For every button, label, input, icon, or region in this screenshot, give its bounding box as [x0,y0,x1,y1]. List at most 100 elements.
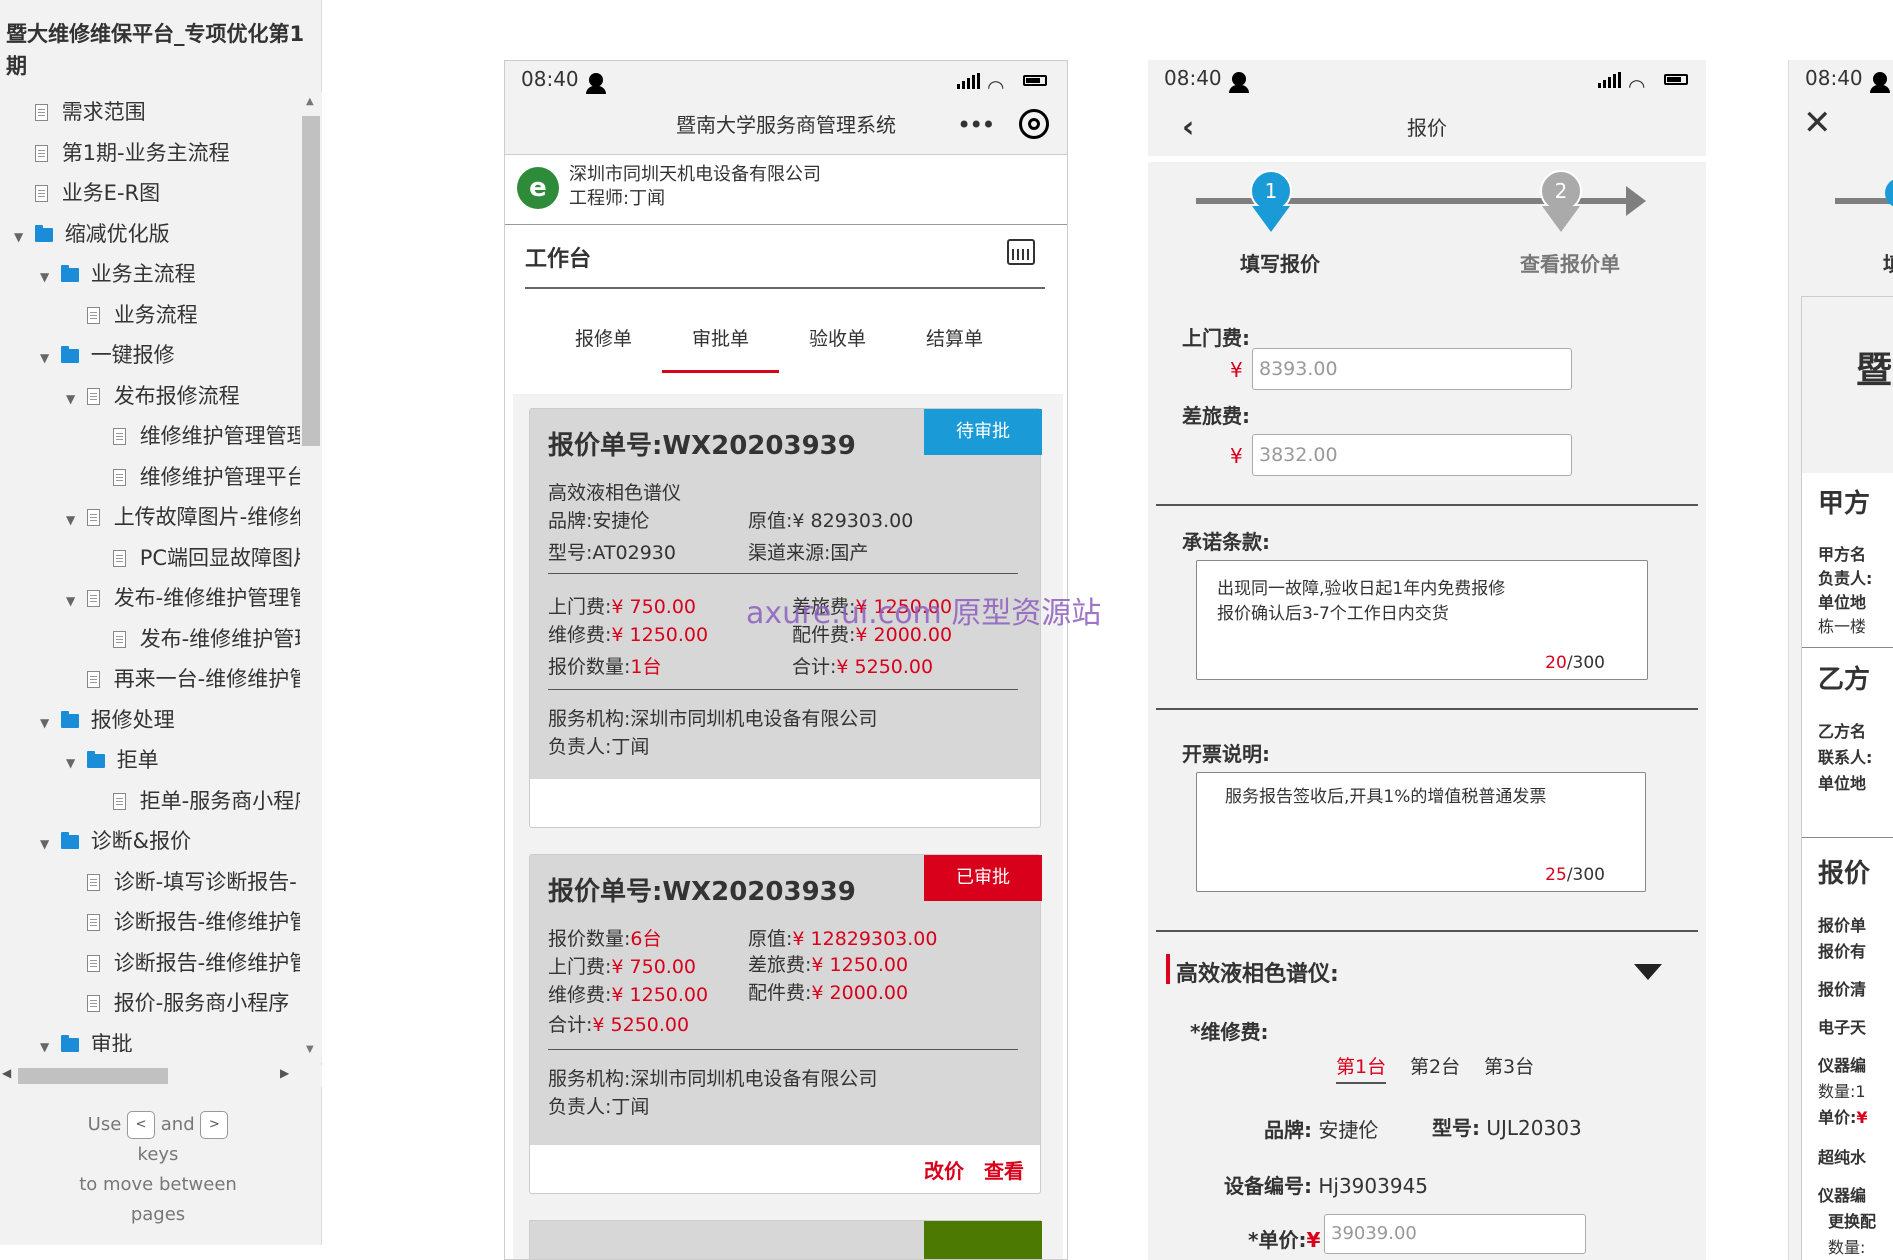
page-icon [86,509,100,526]
signal-icon [1598,72,1621,88]
tree-item[interactable]: PC端回显故障图片 [0,538,300,578]
tree-item[interactable]: ▼ 上传故障图片-维修维 [0,497,300,537]
promise-label: 承诺条款: [1182,530,1270,554]
tab-2[interactable]: 验收单 [779,317,896,373]
quote-card[interactable]: 报价单号:WX20203939 已审批 报价数量:6台 原值:¥ 1282930… [529,854,1042,1194]
scrollbar-thumb[interactable] [302,116,320,446]
yen-icon: ¥ [1306,1228,1321,1252]
party-b-contact: 联系人: [1818,748,1873,767]
expand-caret-icon[interactable]: ▼ [40,338,54,375]
travel-fee: 差旅费:¥ 1250.00 [748,951,908,979]
page-icon [86,995,100,1012]
tree-item[interactable]: 发布-维修维护管理 [0,619,300,659]
more-icon[interactable]: ••• [957,95,995,155]
tree-item[interactable]: ▼ 拒单 [0,740,300,780]
invoice-textarea[interactable]: 服务报告签收后,开具1%的增值税普通发票 25/300 [1196,772,1646,892]
quote-quantity: 报价数量:1台 [548,653,662,681]
scroll-right-arrow-icon[interactable]: ▶ [280,1066,289,1080]
step-label-1: 填写报价 [1240,252,1320,276]
unit-tab-2[interactable]: 第3台 [1484,1052,1534,1082]
tab-bar: 报修单 审批单 验收单 结算单 [545,317,1025,373]
status-time: 08:40 [1164,66,1222,90]
close-icon[interactable]: ✕ [1803,106,1832,140]
quote-validity: 报价有 [1818,942,1867,961]
tree-item[interactable]: 拒单-服务商小程序 [0,781,300,821]
expand-caret-icon[interactable]: ▼ [14,217,28,254]
tree-item[interactable]: ▼ 发布-维修维护管理管 [0,578,300,618]
tree-item[interactable]: ▼ 一键报修 [0,335,300,375]
tree-item[interactable]: ▼ 发布报修流程 [0,376,300,416]
tree-item[interactable]: ▼ 业务主流程 [0,254,300,294]
label: 维修费: [548,984,612,1006]
tree-item[interactable]: 维修维护管理管理 [0,416,300,456]
tree-item-label: 报价-服务商小程序 [113,991,290,1015]
expand-caret-icon[interactable]: ▼ [66,379,80,416]
engineer-name: 工程师:丁闻 [569,188,666,209]
expand-caret-icon[interactable]: ▼ [40,703,54,740]
tree-item[interactable]: 诊断报告-维修维护管 [0,943,300,983]
expand-caret-icon[interactable]: ▼ [40,1027,54,1053]
unit-price-input[interactable]: 39039.00 [1324,1214,1586,1254]
card-list: 报价单号:WX20203939 待审批 高效液相色谱仪 品牌:安捷伦 原值:¥ … [513,394,1063,1259]
expand-caret-icon[interactable]: ▼ [66,743,80,780]
expand-caret-icon[interactable]: ▼ [66,581,80,618]
expand-caret-icon[interactable]: ▼ [40,824,54,861]
expand-caret-icon[interactable]: ▼ [40,257,54,294]
tree-item[interactable]: 维修维护管理平台 [0,457,300,497]
tree-item[interactable]: 报价-服务商小程序 [0,983,300,1023]
tree-item[interactable]: 业务E-R图 [0,173,300,213]
scroll-up-arrow-icon[interactable]: ▲ [306,96,314,107]
quote-quantity: 报价数量:6台 [548,925,662,953]
tab-3[interactable]: 结算单 [896,317,1013,373]
tree-item[interactable]: ▼ 缩减优化版 [0,214,300,254]
tab-1[interactable]: 审批单 [662,317,779,373]
travel-fee-input[interactable]: 3832.00 [1252,434,1572,476]
target-icon[interactable] [1019,109,1049,139]
scroll-down-arrow-icon[interactable]: ▼ [306,1044,314,1055]
serial-row: 设备编号: Hj3903945 [1224,1170,1428,1199]
tree-item[interactable]: 业务流程 [0,295,300,335]
quote-card[interactable] [529,1220,1042,1259]
calendar-icon[interactable] [1007,239,1035,265]
tree-item-label: 发布报修流程 [113,383,240,408]
tree-item[interactable]: 诊断报告-维修维护管 [0,902,300,942]
tree-item[interactable]: ▼ 审批 [0,1024,300,1053]
page-icon [34,104,48,121]
tree-item[interactable]: 需求范围 [0,92,300,132]
keyboard-hint: Use < and > keys to move between pages [0,1110,316,1230]
view-button[interactable]: 查看 [984,1155,1024,1184]
tree-item[interactable]: ▼ 诊断&报价 [0,821,300,861]
tree-item[interactable]: 诊断-填写诊断报告- [0,862,300,902]
edit-price-button[interactable]: 改价 [924,1155,964,1184]
label: 报价数量: [548,928,631,950]
tree-item[interactable]: 再来一台-维修维护管 [0,659,300,699]
service-org: 服务机构:深圳市同圳机电设备有限公司 [548,708,878,730]
expand-caret-icon[interactable]: ▼ [66,500,80,537]
nav-title: 暨南大学服务商管理系统 [676,113,896,137]
step-label-2: 查看报价单 [1520,252,1620,276]
collapse-icon[interactable] [1634,964,1662,980]
page-icon [112,630,126,648]
unit-tab-0[interactable]: 第1台 [1336,1052,1387,1084]
nav-bar: 暨南大学服务商管理系统 ••• [505,95,1067,155]
promise-textarea[interactable]: 出现同一故障,验收日起1年内免费报修 报价确认后3-7个工作日内交货 20/30… [1196,560,1648,680]
tree-item[interactable]: 第1期-业务主流程 [0,133,300,173]
tree-item[interactable]: ▼ 报修处理 [0,700,300,740]
scrollbar-thumb[interactable] [18,1068,168,1084]
label: 设备编号: [1224,1174,1312,1198]
sidebar-horizontal-scrollbar[interactable]: ◀ ▶ [0,1065,322,1087]
tree-item-label: 再来一台-维修维护管 [113,667,300,691]
folder-icon [60,265,79,282]
tab-0[interactable]: 报修单 [545,317,662,373]
back-icon[interactable]: ‹ [1182,100,1194,156]
device-section-title: 高效液相色谱仪: [1176,962,1339,987]
total: 合计:¥ 5250.00 [792,653,933,681]
sidebar-vertical-scrollbar[interactable]: ▲ ▼ [300,92,322,1062]
scroll-left-arrow-icon[interactable]: ◀ [2,1066,11,1080]
status-badge: 已审批 [924,855,1042,901]
unit-tab-1[interactable]: 第2台 [1410,1052,1460,1082]
workbench-title: 工作台 [525,247,592,272]
visit-fee-input[interactable]: 8393.00 [1252,348,1572,390]
signal-icon [957,73,980,89]
tree-item-label: 业务流程 [113,302,198,327]
